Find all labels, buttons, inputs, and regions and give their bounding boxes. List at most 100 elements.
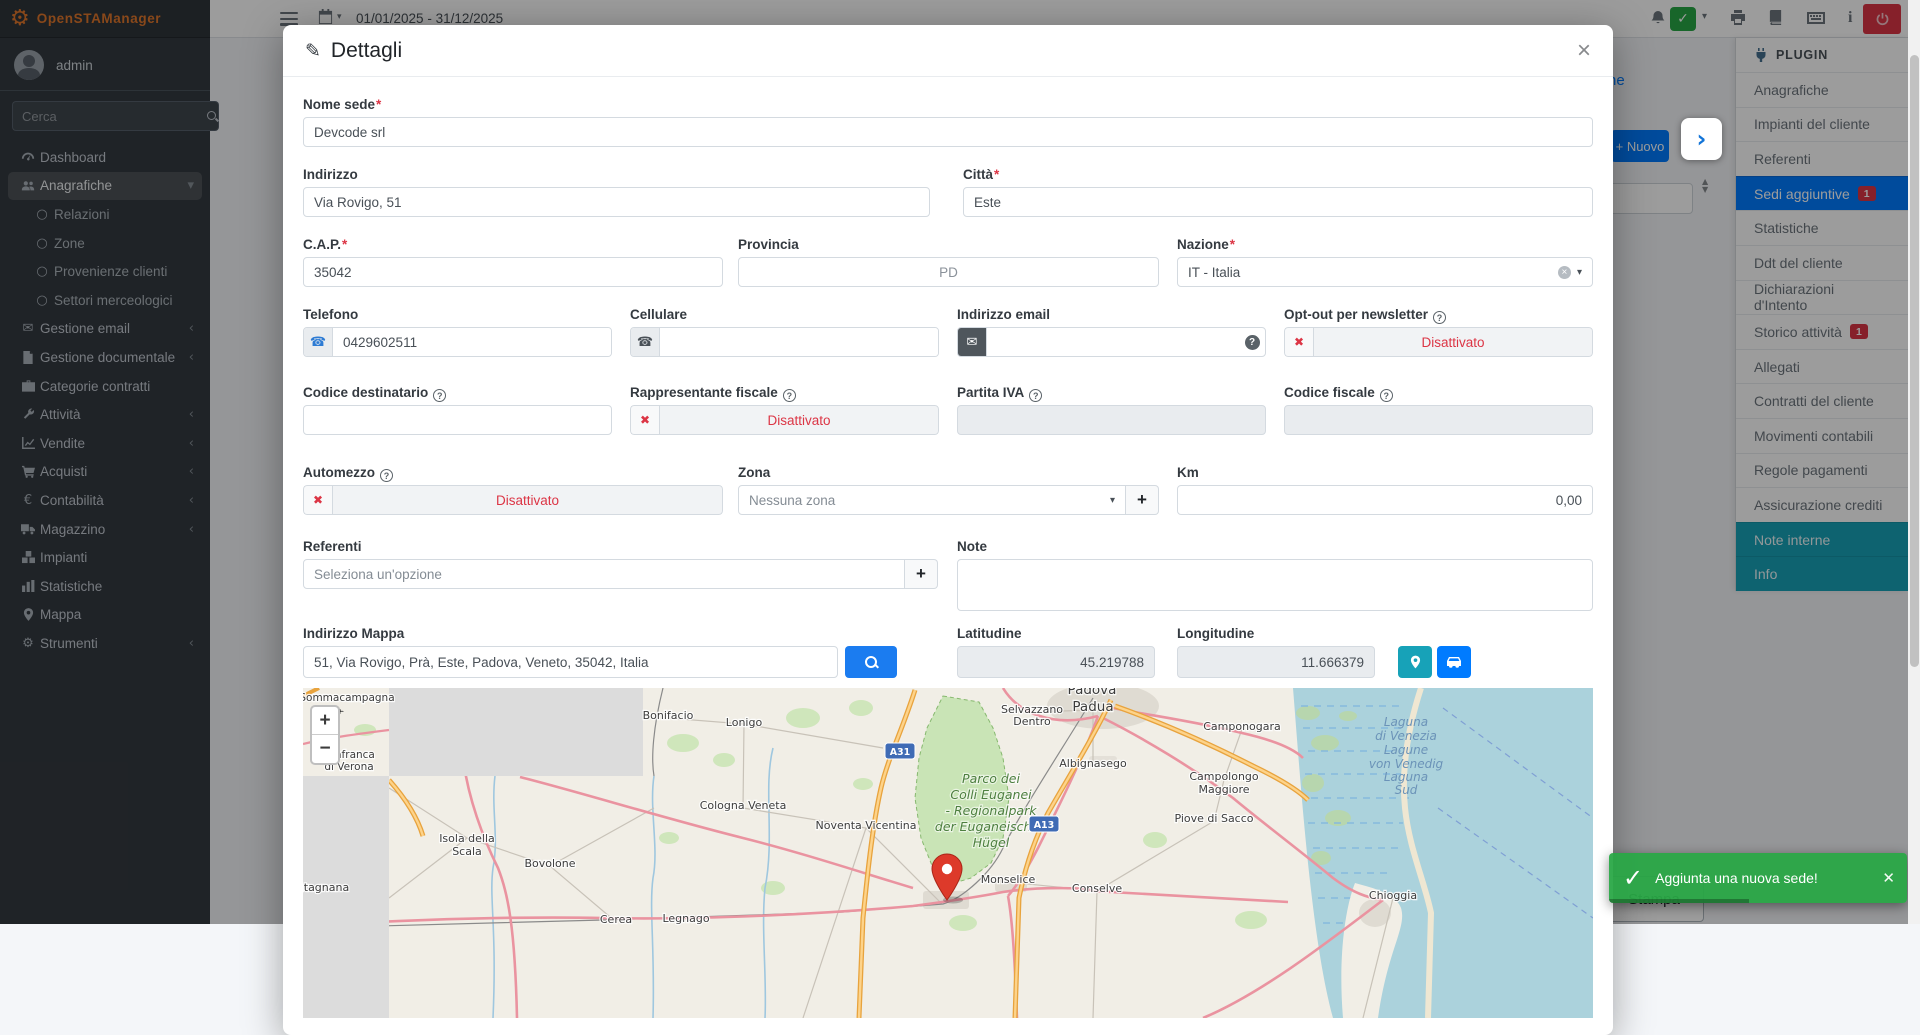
longitudine-input xyxy=(1177,646,1375,678)
zoom-out-button[interactable]: − xyxy=(312,735,338,763)
geocode-search-button[interactable] xyxy=(845,646,897,678)
telefono-group: ☎ xyxy=(303,327,612,357)
zona-select[interactable]: Nessuna zona ▾ xyxy=(738,485,1126,515)
scrollbar[interactable] xyxy=(1908,0,1920,924)
map-label: ntagnana xyxy=(303,881,349,894)
codice-destinatario-input[interactable] xyxy=(303,405,612,435)
indirizzo-mappa-input[interactable] xyxy=(303,646,838,678)
field-label-codice-destinatario: Codice destinatario? xyxy=(303,385,446,402)
email-group: ✉ ? xyxy=(957,327,1266,357)
field-label-rappresentante-fiscale: Rappresentante fiscale? xyxy=(630,385,796,402)
check-icon: ✓ xyxy=(1623,864,1643,892)
field-label-indirizzo-mappa: Indirizzo Mappa xyxy=(303,626,404,641)
field-label-optout: Opt-out per newsletter? xyxy=(1284,307,1446,324)
modal-header: ✎ Dettagli × xyxy=(283,25,1613,77)
indirizzo-input[interactable] xyxy=(303,187,930,217)
map-label: Dentro xyxy=(1013,715,1051,728)
telefono-input[interactable] xyxy=(333,328,611,356)
question-circle-icon: ? xyxy=(1245,335,1260,350)
caret-down-icon: ▾ xyxy=(1110,495,1115,506)
map-label: Padua xyxy=(1072,699,1113,715)
pencil-edit-icon: ✎ xyxy=(305,40,321,62)
question-circle-icon[interactable]: ? xyxy=(1029,389,1042,402)
rappresentante-fiscale-toggle[interactable]: ✖ Disattivato xyxy=(630,405,939,435)
map-label: Bonifacio xyxy=(643,709,694,722)
field-label-latitudine: Latitudine xyxy=(957,626,1022,641)
expand-panel-arrow-button[interactable]: › xyxy=(1681,118,1722,160)
details-modal: ✎ Dettagli × Nome sede* Indirizzo Città*… xyxy=(283,25,1613,1035)
water-label: Sud xyxy=(1395,783,1418,797)
modal-title: Dettagli xyxy=(331,39,402,63)
park-label: Colli Euganei xyxy=(950,787,1032,802)
phone-icon: ☎ xyxy=(631,328,660,356)
add-zona-button[interactable]: + xyxy=(1126,485,1159,515)
email-input[interactable] xyxy=(987,328,1239,356)
question-circle-icon[interactable]: ? xyxy=(1380,389,1393,402)
cap-input[interactable] xyxy=(303,257,723,287)
map-label: Cerea xyxy=(600,913,632,926)
citta-input[interactable] xyxy=(963,187,1593,217)
map-label: Sommacampagna xyxy=(303,692,395,704)
map-label: Campolongo xyxy=(1189,770,1259,783)
field-label-citta: Città* xyxy=(963,167,999,182)
question-circle-icon[interactable]: ? xyxy=(1433,311,1446,324)
optout-toggle[interactable]: ✖ Disattivato xyxy=(1284,327,1593,357)
search-icon xyxy=(865,656,878,669)
nome-sede-input[interactable] xyxy=(303,117,1593,147)
field-label-codice-fiscale: Codice fiscale? xyxy=(1284,385,1393,402)
map-zoom-control: + − xyxy=(310,705,340,765)
field-label-cap: C.A.P.* xyxy=(303,237,347,252)
toast-progress-bar xyxy=(1609,899,1749,903)
water-label: Laguna xyxy=(1384,715,1428,729)
map-label: Lonigo xyxy=(726,716,763,729)
field-label-email: Indirizzo email xyxy=(957,307,1050,322)
map-label: Albignasego xyxy=(1059,757,1127,770)
water-label: Lagune xyxy=(1384,743,1428,757)
field-label-indirizzo: Indirizzo xyxy=(303,167,358,182)
toast-close-icon[interactable]: ✕ xyxy=(1882,869,1895,887)
km-input[interactable] xyxy=(1177,485,1593,515)
automezzo-toggle[interactable]: ✖ Disattivato xyxy=(303,485,723,515)
cellulare-input[interactable] xyxy=(660,328,938,356)
x-icon: ✖ xyxy=(303,485,332,515)
modal-close-icon[interactable]: × xyxy=(1577,39,1591,63)
map-label: Monselice xyxy=(981,873,1036,886)
map-label: afranca xyxy=(335,749,375,761)
leaflet-map[interactable]: Sommacampagna ✈ afranca di Verona Bonifa… xyxy=(303,688,1593,1018)
park-label: Parco dei xyxy=(962,771,1020,786)
map-marker-icon xyxy=(1410,655,1421,669)
nazione-select[interactable]: IT - Italia × ▾ xyxy=(1177,257,1593,287)
map-label: Isola della xyxy=(439,832,495,845)
add-referente-button[interactable]: + xyxy=(905,559,938,589)
provincia-input[interactable] xyxy=(738,257,1159,287)
envelope-icon: ✉ xyxy=(958,328,987,356)
map-label: Camponogara xyxy=(1203,720,1281,733)
field-label-telefono: Telefono xyxy=(303,307,358,322)
x-icon: ✖ xyxy=(630,405,659,435)
locate-marker-button[interactable] xyxy=(1398,646,1432,678)
clear-selection-icon[interactable]: × xyxy=(1558,266,1571,279)
email-help[interactable]: ? xyxy=(1239,328,1265,356)
referenti-select[interactable]: Seleziona un'opzione xyxy=(303,559,905,589)
zoom-in-button[interactable]: + xyxy=(312,707,338,735)
map-label: Maggiore xyxy=(1198,783,1249,796)
route-car-button[interactable] xyxy=(1437,646,1471,678)
question-circle-icon[interactable]: ? xyxy=(380,469,393,482)
field-label-zona: Zona xyxy=(738,465,770,480)
field-label-longitudine: Longitudine xyxy=(1177,626,1254,641)
rappresentante-fiscale-state: Disattivato xyxy=(659,405,939,435)
field-label-referenti: Referenti xyxy=(303,539,362,554)
phone-icon: ☎ xyxy=(304,328,333,356)
partita-iva-input xyxy=(957,405,1266,435)
field-label-km: Km xyxy=(1177,465,1199,480)
map-label: Chioggia xyxy=(1369,889,1417,902)
note-textarea[interactable] xyxy=(957,559,1593,611)
cellulare-group: ☎ xyxy=(630,327,939,357)
water-label: di Venezia xyxy=(1375,729,1437,743)
park-label: - Regionalpark xyxy=(946,803,1038,818)
question-circle-icon[interactable]: ? xyxy=(433,389,446,402)
field-label-automezzo: Automezzo? xyxy=(303,465,393,482)
question-circle-icon[interactable]: ? xyxy=(783,389,796,402)
field-label-provincia: Provincia xyxy=(738,237,799,252)
scrollbar-thumb[interactable] xyxy=(1910,55,1919,667)
